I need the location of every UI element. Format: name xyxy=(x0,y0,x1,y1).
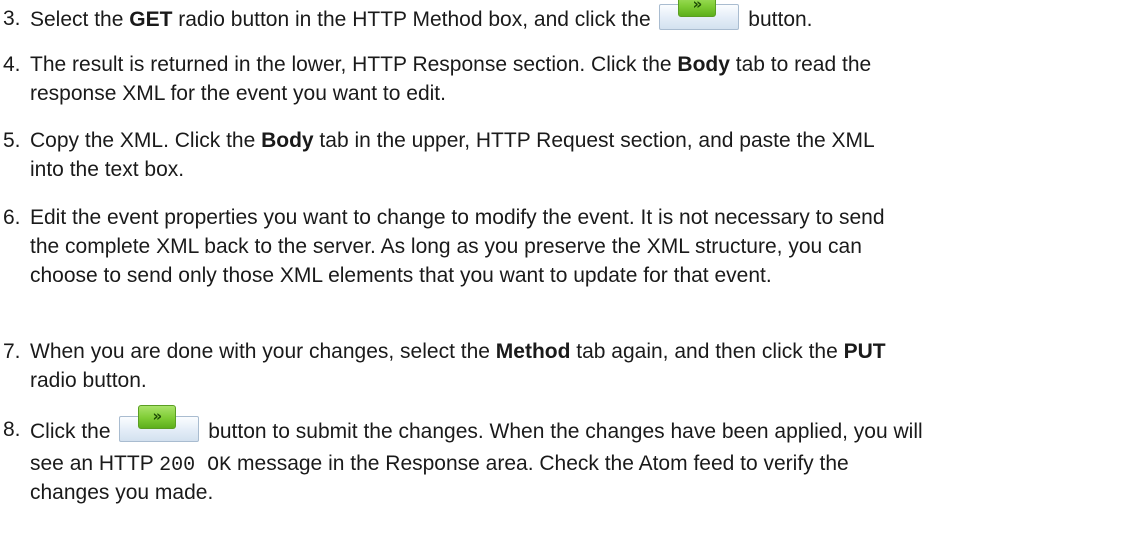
keyword-get: GET xyxy=(129,8,173,31)
step-number: 7. xyxy=(3,340,21,363)
keyword-put: PUT xyxy=(843,340,886,363)
status-code: 200 OK xyxy=(159,454,232,477)
step-number: 5. xyxy=(3,129,21,152)
step-number: 8. xyxy=(3,418,21,441)
step-text: Edit the event properties you want to ch… xyxy=(30,206,885,287)
step-text: Click the » button to submit the changes… xyxy=(30,405,923,504)
step-number: 6. xyxy=(3,206,21,229)
double-chevron-right-icon: » xyxy=(138,405,177,429)
submit-button-image: » xyxy=(119,405,200,442)
keyword-body: Body xyxy=(261,129,314,152)
keyword-body: Body xyxy=(677,53,730,76)
step-text: The result is returned in the lower, HTT… xyxy=(30,53,872,105)
double-chevron-right-icon: » xyxy=(678,0,717,17)
step-text: When you are done with your changes, sel… xyxy=(30,340,886,392)
step-text: Select the GET radio button in the HTTP … xyxy=(30,0,1120,33)
step-text: Copy the XML. Click the Body tab in the … xyxy=(30,129,875,181)
step-number: 3. xyxy=(3,7,21,30)
submit-button-image: » xyxy=(659,0,740,30)
step-number: 4. xyxy=(3,53,21,76)
keyword-method: Method xyxy=(495,340,571,363)
